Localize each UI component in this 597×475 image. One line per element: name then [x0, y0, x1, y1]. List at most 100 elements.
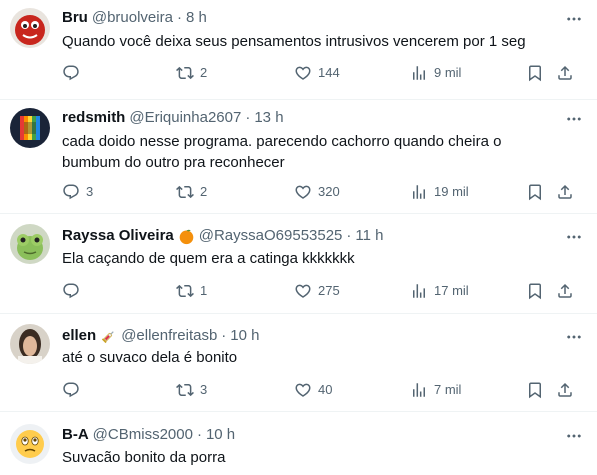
- retweet-button[interactable]: 1: [176, 281, 207, 301]
- avatar[interactable]: [10, 8, 50, 48]
- user-handle[interactable]: @RayssaO69553525: [199, 226, 343, 246]
- tweet-text: cada doido nesse programa. parecendo cac…: [62, 133, 502, 171]
- reply-count: 3: [86, 184, 94, 199]
- orange-emoji-icon: [178, 228, 195, 245]
- separator-dot: ·: [196, 426, 202, 443]
- tweet-header: redsmith @Eriquinha2607 · 13 h: [62, 108, 284, 128]
- tweet-text: Ela caçando de quem era a catinga kkkkkk…: [62, 250, 355, 267]
- reply-button[interactable]: [62, 63, 86, 83]
- display-name[interactable]: ellen: [62, 326, 96, 346]
- action-bar: 1 275 17 mil: [62, 281, 582, 301]
- like-icon: [294, 64, 312, 82]
- views-icon: [410, 381, 428, 399]
- share-icon: [556, 183, 574, 201]
- like-count: 320: [318, 184, 340, 199]
- views-icon: [410, 282, 428, 300]
- timestamp[interactable]: 13 h: [254, 108, 283, 128]
- tweet[interactable]: Rayssa Oliveira @RayssaO69553525 · 11 h …: [0, 214, 597, 314]
- retweet-count: 3: [200, 382, 208, 397]
- reply-icon: [62, 183, 80, 201]
- views-button[interactable]: 9 mil: [410, 63, 461, 83]
- retweet-button[interactable]: 2: [176, 63, 207, 83]
- tweet[interactable]: Bru @bruolveira · 8 h Quando você deixa …: [0, 0, 597, 100]
- avatar[interactable]: [10, 424, 50, 464]
- retweet-count: 1: [200, 283, 208, 298]
- like-icon: [294, 183, 312, 201]
- share-button[interactable]: [556, 63, 574, 83]
- retweet-count: 2: [200, 184, 208, 199]
- like-button[interactable]: 40: [294, 380, 332, 400]
- share-button[interactable]: [556, 182, 574, 202]
- tweet-header: Rayssa Oliveira @RayssaO69553525 · 11 h: [62, 226, 384, 246]
- share-button[interactable]: [556, 281, 574, 301]
- bookmark-button[interactable]: [526, 182, 544, 202]
- share-icon: [556, 282, 574, 300]
- view-count: 17 mil: [434, 283, 469, 298]
- tweet[interactable]: B-A @CBmiss2000 · 10 h Suvacão bonito da…: [0, 412, 597, 475]
- like-button[interactable]: 144: [294, 63, 340, 83]
- share-button[interactable]: [556, 380, 574, 400]
- reply-feed: Bru @bruolveira · 8 h Quando você deixa …: [0, 0, 597, 475]
- tweet-header: ellen @ellenfreitasb · 10 h: [62, 326, 260, 346]
- retweet-count: 2: [200, 65, 208, 80]
- retweet-icon: [176, 183, 194, 201]
- view-count: 19 mil: [434, 184, 469, 199]
- bookmark-button[interactable]: [526, 63, 544, 83]
- timestamp[interactable]: 8 h: [186, 8, 207, 28]
- more-icon[interactable]: [565, 110, 583, 128]
- like-count: 144: [318, 65, 340, 80]
- display-name[interactable]: B-A: [62, 425, 89, 445]
- more-icon[interactable]: [565, 328, 583, 346]
- like-button[interactable]: 275: [294, 281, 340, 301]
- more-icon[interactable]: [565, 10, 583, 28]
- views-button[interactable]: 17 mil: [410, 281, 469, 301]
- timestamp[interactable]: 10 h: [230, 326, 259, 346]
- separator-dot: ·: [176, 9, 182, 26]
- share-icon: [556, 64, 574, 82]
- share-icon: [556, 381, 574, 399]
- bookmark-button[interactable]: [526, 281, 544, 301]
- like-button[interactable]: 320: [294, 182, 340, 202]
- bookmark-button[interactable]: [526, 380, 544, 400]
- tweet-text: Suvacão bonito da porra: [62, 449, 226, 466]
- display-name[interactable]: redsmith: [62, 108, 125, 128]
- tweet-header: Bru @bruolveira · 8 h: [62, 8, 207, 28]
- more-icon[interactable]: [565, 427, 583, 445]
- like-count: 275: [318, 283, 340, 298]
- action-bar: 3 40 7 mil: [62, 380, 582, 400]
- avatar[interactable]: [10, 324, 50, 364]
- display-name[interactable]: Bru: [62, 8, 88, 28]
- bookmark-icon: [526, 64, 544, 82]
- like-icon: [294, 282, 312, 300]
- reply-button[interactable]: 3: [62, 182, 93, 202]
- user-handle[interactable]: @CBmiss2000: [93, 425, 193, 445]
- reply-icon: [62, 381, 80, 399]
- retweet-icon: [176, 282, 194, 300]
- syringe-emoji-icon: [100, 328, 117, 345]
- retweet-icon: [176, 381, 194, 399]
- views-button[interactable]: 7 mil: [410, 380, 461, 400]
- separator-dot: ·: [245, 109, 251, 126]
- like-count: 40: [318, 382, 333, 397]
- timestamp[interactable]: 10 h: [206, 425, 235, 445]
- user-handle[interactable]: @Eriquinha2607: [129, 108, 241, 128]
- retweet-button[interactable]: 2: [176, 182, 207, 202]
- bookmark-icon: [526, 381, 544, 399]
- more-icon[interactable]: [565, 228, 583, 246]
- bookmark-icon: [526, 282, 544, 300]
- avatar[interactable]: [10, 108, 50, 148]
- reply-icon: [62, 64, 80, 82]
- reply-button[interactable]: [62, 281, 86, 301]
- timestamp[interactable]: 11 h: [355, 226, 383, 246]
- reply-button[interactable]: [62, 380, 86, 400]
- user-handle[interactable]: @bruolveira: [92, 8, 173, 28]
- display-name[interactable]: Rayssa Oliveira: [62, 226, 174, 246]
- views-button[interactable]: 19 mil: [410, 182, 469, 202]
- views-icon: [410, 64, 428, 82]
- user-handle[interactable]: @ellenfreitasb: [121, 326, 217, 346]
- retweet-icon: [176, 64, 194, 82]
- tweet[interactable]: redsmith @Eriquinha2607 · 13 h cada doid…: [0, 100, 597, 214]
- tweet[interactable]: ellen @ellenfreitasb · 10 h até o suvaco…: [0, 314, 597, 412]
- retweet-button[interactable]: 3: [176, 380, 207, 400]
- avatar[interactable]: [10, 224, 50, 264]
